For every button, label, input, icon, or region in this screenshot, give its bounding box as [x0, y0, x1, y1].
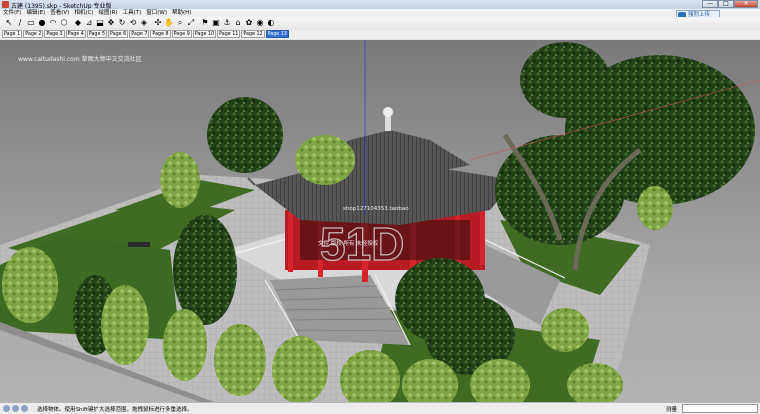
measurements-input[interactable]	[682, 404, 758, 413]
page-tab-6[interactable]: Page 6	[108, 30, 129, 38]
page-tab-1[interactable]: Page 1	[2, 30, 23, 38]
page-tab-13[interactable]: Page 13	[265, 30, 289, 38]
page-tab-10[interactable]: Page 10	[192, 30, 217, 38]
page-tab-8[interactable]: Page 8	[150, 30, 171, 38]
geo-location-icon[interactable]	[3, 405, 10, 412]
select-tool-icon[interactable]: ↖	[4, 18, 14, 28]
page-tab-9[interactable]: Page 9	[171, 30, 192, 38]
follow-me-icon[interactable]: ⟲	[128, 18, 138, 28]
menu-edit[interactable]: 编辑(E)	[26, 9, 45, 17]
pan-tool-icon[interactable]: ✋	[164, 18, 174, 28]
close-button[interactable]: ✕	[734, 0, 758, 8]
menu-window[interactable]: 窗口(W)	[146, 9, 167, 17]
styles-icon[interactable]: ◐	[266, 18, 276, 28]
credits-icon[interactable]	[12, 405, 19, 412]
offset-tool-icon[interactable]: ◈	[139, 18, 149, 28]
status-message: 选择物体。使用Shift键扩大选择范围，拖拽鼠标进行多重选择。	[37, 407, 193, 413]
push-pull-icon[interactable]: ⬓	[95, 18, 105, 28]
site-watermark: www.caitudashi.com 草图大师中文交流社区	[18, 56, 142, 63]
zoom-tool-icon[interactable]: ⌕	[175, 18, 185, 28]
menu-file[interactable]: 文件(F)	[3, 9, 21, 17]
rotate-tool-icon[interactable]: ↻	[117, 18, 127, 28]
page-tab-11[interactable]: Page 11	[217, 30, 241, 38]
minimize-button[interactable]: —	[702, 0, 718, 8]
page-tabs: Page 1 Page 2 Page 3 Page 4 Page 5 Page 6 Page…	[0, 30, 760, 39]
help-icon[interactable]	[21, 405, 28, 412]
window-controls: — □ ✕	[702, 0, 758, 8]
status-bar: 选择物体。使用Shift键扩大选择范围，拖拽鼠标进行多重选择。 测量	[0, 402, 760, 414]
components-icon[interactable]: ⚓	[222, 18, 232, 28]
menu-draw[interactable]: 绘图(R)	[98, 9, 117, 17]
page-tab-4[interactable]: Page 4	[65, 30, 86, 38]
center-watermark-line1: shop127104353.taobao	[343, 206, 409, 212]
warehouse-icon[interactable]: ⌂	[233, 18, 243, 28]
page-tab-7[interactable]: Page 7	[129, 30, 150, 38]
zoom-extents-icon[interactable]: ⤢	[186, 18, 196, 28]
move-tool-icon[interactable]: ✥	[106, 18, 116, 28]
sketchup-logo-icon	[2, 1, 9, 8]
page-tab-3[interactable]: Page 3	[44, 30, 65, 38]
line-tool-icon[interactable]: ∕	[15, 18, 25, 28]
bench	[128, 242, 150, 247]
polygon-tool-icon[interactable]: ⬡	[59, 18, 69, 28]
rectangle-tool-icon[interactable]: ▭	[26, 18, 36, 28]
add-location-icon[interactable]: ⚑	[200, 18, 210, 28]
menu-camera[interactable]: 相机(C)	[74, 9, 93, 17]
model-viewport[interactable]: 51D shop127104353.taobao 文件 版权 所有 未经授权 w…	[0, 40, 760, 402]
eraser-tool-icon[interactable]: ◆	[73, 18, 83, 28]
page-tab-5[interactable]: Page 5	[86, 30, 108, 38]
menu-help[interactable]: 帮助(H)	[172, 9, 191, 17]
title-bar: 古建 (1395).skp - SketchUp 专业版 — □ ✕	[0, 0, 760, 10]
menu-view[interactable]: 查看(V)	[50, 9, 69, 17]
circle-tool-icon[interactable]: ●	[37, 18, 47, 28]
orbit-tool-icon[interactable]: ✣	[153, 18, 163, 28]
materials-icon[interactable]: ✿	[244, 18, 254, 28]
menu-tools[interactable]: 工具(T)	[123, 9, 142, 17]
maximize-button[interactable]: □	[718, 0, 734, 8]
page-tab-12[interactable]: Page 12	[241, 30, 265, 38]
tape-measure-icon[interactable]: ⊿	[84, 18, 94, 28]
arc-tool-icon[interactable]: ◠	[48, 18, 58, 28]
get-models-icon[interactable]: ▣	[211, 18, 221, 28]
measurements-label: 测量	[666, 407, 678, 413]
menu-bar: 文件(F) 编辑(E) 查看(V) 相机(C) 绘图(R) 工具(T) 窗口(W…	[0, 9, 760, 17]
main-toolbar: ↖ ∕ ▭ ● ◠ ⬡ ◆ ⊿ ⬓ ✥ ↻ ⟲ ◈ ✣ ✋ ⌕ ⤢ ⚑ ▣ ⚓ ⌂ ✿ ◉ ◐	[0, 17, 760, 30]
page-tab-2[interactable]: Page 2	[23, 30, 44, 38]
roof-finial	[383, 107, 393, 117]
scene-drawing: 51D shop127104353.taobao 文件 版权 所有 未经授权	[0, 40, 760, 402]
center-watermark-line2: 文件 版权 所有 未经授权	[318, 239, 379, 247]
paint-bucket-icon[interactable]: ◉	[255, 18, 265, 28]
